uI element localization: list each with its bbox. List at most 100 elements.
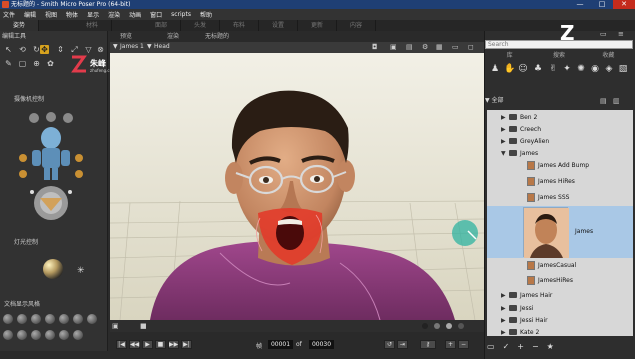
expand-arrow-icon[interactable]: ▶ xyxy=(501,124,506,135)
lock-icon[interactable]: ▤ xyxy=(406,43,413,51)
list-item[interactable]: ▶ James Hair xyxy=(487,290,633,301)
figures-icon[interactable]: ♟ xyxy=(490,64,500,75)
minimize-button[interactable]: — xyxy=(569,0,591,9)
add-key-button[interactable]: + xyxy=(445,340,456,349)
load-folder-icon[interactable]: ▭ xyxy=(487,342,495,351)
translate-icon[interactable]: ✥ xyxy=(40,45,49,54)
chain-break-icon[interactable]: ⊗ xyxy=(96,45,105,54)
favorite-star-icon[interactable]: ★ xyxy=(547,342,554,351)
list-item[interactable]: James SSS xyxy=(487,192,633,203)
menu-display[interactable]: 显示 xyxy=(87,10,99,19)
lights-icon[interactable]: ✺ xyxy=(576,64,586,75)
expand-arrow-icon[interactable]: ▶ xyxy=(501,112,506,123)
settings-icon[interactable]: ⚙ xyxy=(422,43,428,51)
expand-icon[interactable]: ▣ xyxy=(112,322,119,330)
menu-help[interactable]: 帮助 xyxy=(200,10,212,19)
menu-render[interactable]: 渲染 xyxy=(108,10,120,19)
view-magnifier-icon[interactable]: ⊕ xyxy=(32,59,41,68)
style-cartoon-line-icon[interactable] xyxy=(17,330,27,340)
figure-selector[interactable]: James 1 xyxy=(120,43,144,50)
list-item[interactable]: ▶ Ben 2 xyxy=(487,112,633,123)
cameras-icon[interactable]: ◉ xyxy=(590,64,600,75)
add-to-library-icon[interactable]: + xyxy=(517,342,524,351)
tab-pose[interactable]: 姿势 xyxy=(0,20,39,31)
tab-content[interactable]: 内容 xyxy=(337,20,376,31)
props-icon[interactable]: ✦ xyxy=(562,64,572,75)
style-smooth-shaded-icon[interactable] xyxy=(31,330,41,340)
style-sketch-icon[interactable] xyxy=(73,330,83,340)
scenes-icon[interactable]: ▧ xyxy=(618,64,628,75)
stop-icon[interactable]: ■ xyxy=(140,322,147,330)
light-sphere-icon[interactable]: ✳ xyxy=(6,250,96,290)
maximize-button[interactable]: □ xyxy=(591,0,613,9)
menu-object[interactable]: 物体 xyxy=(66,10,78,19)
style-outline-icon[interactable] xyxy=(17,314,27,324)
style-cartoon-icon[interactable] xyxy=(3,330,13,340)
style-lit-wire-icon[interactable] xyxy=(59,314,69,324)
remove-from-library-icon[interactable]: − xyxy=(532,342,539,351)
menu-scripts[interactable]: scripts xyxy=(171,11,191,18)
tab-search[interactable]: 搜索 xyxy=(534,51,583,60)
add-folder-icon[interactable]: ▤ xyxy=(600,96,607,106)
display-dot-icon[interactable] xyxy=(458,323,464,329)
apply-check-icon[interactable]: ✓ xyxy=(503,342,510,351)
expand-arrow-icon[interactable]: ▶ xyxy=(501,327,506,336)
list-item[interactable]: ▶ Jessi xyxy=(487,303,633,314)
menu-animation[interactable]: 动画 xyxy=(129,10,141,19)
hands-icon[interactable]: ✌ xyxy=(548,64,558,75)
style-flat-shaded-icon[interactable] xyxy=(73,314,83,324)
tab-cloth[interactable]: 布料 xyxy=(220,20,259,31)
display-dot-icon[interactable] xyxy=(422,323,428,329)
tab-update[interactable]: 更新 xyxy=(298,20,337,31)
translate-in-out-icon[interactable]: ⇕ xyxy=(56,45,65,54)
display-dot-icon[interactable] xyxy=(434,323,440,329)
rotate-icon[interactable]: ⟲ xyxy=(18,45,27,54)
render-icon[interactable]: ▣ xyxy=(390,43,397,51)
remove-key-button[interactable]: − xyxy=(458,340,469,349)
tab-setup[interactable]: 设置 xyxy=(259,20,298,31)
menu-file[interactable]: 文件 xyxy=(3,10,15,19)
grid-icon[interactable]: ▦ xyxy=(436,43,443,51)
expand-arrow-icon[interactable]: ▶ xyxy=(501,303,506,314)
camera-snapshot-icon[interactable]: ◘ xyxy=(372,43,378,51)
total-frames-field[interactable]: 00030 xyxy=(309,340,334,349)
menu-window[interactable]: 窗口 xyxy=(150,10,162,19)
stop-button[interactable]: ■ xyxy=(155,340,166,349)
list-item-selected[interactable]: James xyxy=(487,206,633,258)
expand-arrow-icon[interactable]: ▶ xyxy=(501,315,506,326)
menu-view[interactable]: 视图 xyxy=(45,10,57,19)
tab-material[interactable]: 材料 xyxy=(73,20,112,31)
materials-icon[interactable]: ◈ xyxy=(604,64,614,75)
style-hidden-line-icon[interactable] xyxy=(45,314,55,324)
next-key-button[interactable]: ▶▶ xyxy=(168,340,179,349)
list-item[interactable]: James Add Bump xyxy=(487,160,633,171)
scale-icon[interactable]: ⤢ xyxy=(70,45,79,54)
part-selector[interactable]: Head xyxy=(154,43,170,50)
floor-icon[interactable]: ▭ xyxy=(452,43,459,51)
close-icon[interactable]: ◻ xyxy=(468,43,474,51)
list-item[interactable]: ▶ Jessi Hair xyxy=(487,315,633,326)
3d-viewport[interactable] xyxy=(110,53,484,320)
tab-library[interactable]: 库 xyxy=(485,51,534,60)
pose-icon[interactable]: ✋ xyxy=(504,64,515,75)
tab-hair[interactable]: 头发 xyxy=(181,20,220,31)
expression-icon[interactable]: ☺ xyxy=(518,64,528,75)
first-frame-button[interactable]: |◀ xyxy=(116,340,127,349)
tab-face[interactable]: 面部 xyxy=(142,20,181,31)
color-icon[interactable]: ✎ xyxy=(4,59,13,68)
style-flat-lined-icon[interactable] xyxy=(87,314,97,324)
style-smooth-lined-icon[interactable] xyxy=(45,330,55,340)
loop-button[interactable]: ↺ xyxy=(384,340,395,349)
list-item[interactable]: ▶ Creech xyxy=(487,124,633,135)
library-search-input[interactable]: Search xyxy=(485,40,633,49)
last-frame-button[interactable]: ▶| xyxy=(181,340,192,349)
preview-tab[interactable]: 预览 xyxy=(120,31,132,42)
list-item[interactable]: James HiRes xyxy=(487,176,633,187)
taper-icon[interactable]: ▽ xyxy=(84,45,93,54)
camera-trackball-icon[interactable] xyxy=(10,108,92,226)
list-item[interactable]: ▼ James xyxy=(487,148,633,159)
library-toggle-icon[interactable]: ▭ xyxy=(600,30,607,38)
list-item[interactable]: JamesCasual xyxy=(487,260,633,271)
expand-arrow-icon[interactable]: ▶ xyxy=(501,290,506,301)
style-texture-shaded-icon[interactable] xyxy=(59,330,69,340)
